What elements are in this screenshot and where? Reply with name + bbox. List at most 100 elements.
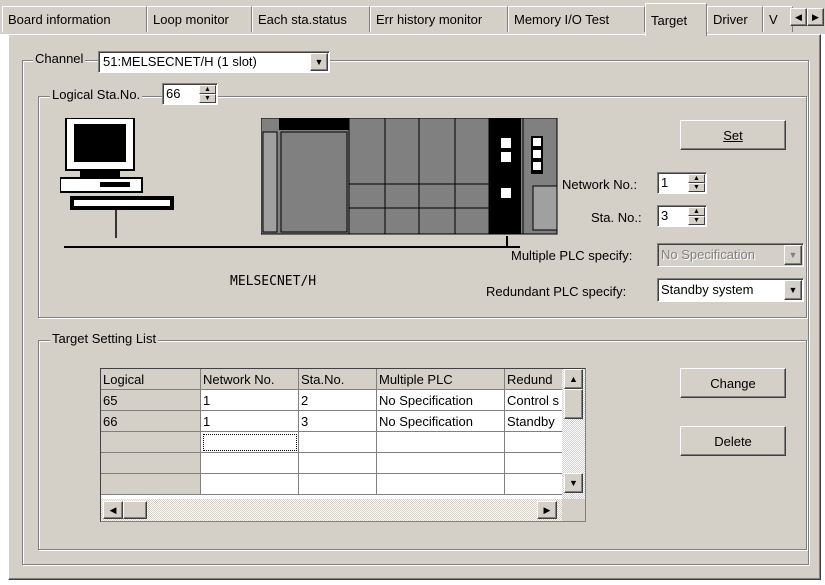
network-caption: MELSECNET/H: [230, 274, 317, 289]
tab-label: Driver: [713, 12, 748, 27]
table-row[interactable]: [101, 431, 563, 453]
target-table: Logical Network No. Sta.No. Multiple PLC…: [101, 369, 563, 495]
scroll-left-button[interactable]: ◀: [103, 501, 123, 519]
tab-driver[interactable]: Driver: [707, 6, 763, 32]
horizontal-scrollbar[interactable]: ◀ ▶: [101, 499, 562, 521]
scroll-thumb-horizontal[interactable]: [123, 501, 147, 519]
table-row[interactable]: 65 1 2 No Specification Control s: [101, 389, 563, 411]
network-no-value: 1: [661, 175, 669, 190]
scroll-right-button[interactable]: ▶: [537, 501, 557, 519]
table-cell[interactable]: 1: [200, 410, 299, 432]
plc-rack-image: [261, 118, 558, 235]
table-cell[interactable]: [376, 473, 505, 495]
tab-v-partial[interactable]: V: [763, 6, 793, 32]
tab-scroll-right-button[interactable]: ▶: [807, 8, 824, 26]
set-button-label: Set: [723, 127, 743, 143]
tab-label: Loop monitor: [153, 12, 229, 27]
vertical-scrollbar[interactable]: ▲ ▼: [562, 369, 585, 499]
channel-value: 51:MELSECNET/H (1 slot): [103, 54, 257, 69]
table-cell[interactable]: No Specification: [376, 410, 505, 432]
tab-scroll-left-button[interactable]: ◀: [790, 8, 807, 26]
delete-button-label: Delete: [714, 433, 752, 449]
sta-no-input[interactable]: 3 ▲ ▼: [657, 205, 707, 227]
tab-each-sta-status[interactable]: Each sta.status: [252, 6, 370, 32]
sta-no-label: Sta. No.:: [591, 210, 642, 225]
scroll-corner: [562, 499, 585, 521]
table-cell[interactable]: [504, 431, 563, 453]
tab-label: Board information: [8, 12, 111, 27]
table-row[interactable]: 66 1 3 No Specification Standby: [101, 410, 563, 432]
table-cell[interactable]: [298, 473, 377, 495]
table-cell[interactable]: [376, 452, 505, 474]
redundant-plc-dropdown-button[interactable]: ▼: [784, 280, 802, 300]
table-cell[interactable]: [200, 452, 299, 474]
set-button[interactable]: Set: [680, 120, 786, 150]
tab-label: Err history monitor: [376, 12, 483, 27]
channel-label: Channel: [33, 51, 86, 66]
table-cell[interactable]: [376, 431, 505, 453]
header-multiple-plc[interactable]: Multiple PLC: [376, 369, 505, 390]
change-button[interactable]: Change: [680, 368, 786, 398]
scroll-up-button[interactable]: ▲: [564, 369, 583, 389]
table-cell[interactable]: [200, 473, 299, 495]
table-cell[interactable]: Control s: [504, 389, 563, 411]
table-cell[interactable]: 3: [298, 410, 377, 432]
target-list-grid[interactable]: Logical Network No. Sta.No. Multiple PLC…: [100, 368, 586, 522]
header-logical[interactable]: Logical: [101, 369, 201, 390]
sta-no-spinner[interactable]: ▲ ▼: [688, 207, 705, 225]
tab-label: Memory I/O Test: [514, 12, 610, 27]
delete-button[interactable]: Delete: [680, 426, 786, 456]
table-cell[interactable]: [298, 452, 377, 474]
scroll-down-button[interactable]: ▼: [564, 473, 583, 493]
logical-sta-spinner[interactable]: ▲ ▼: [199, 85, 216, 103]
target-list-label: Target Setting List: [50, 331, 159, 346]
network-no-label: Network No.:: [562, 177, 638, 192]
tab-err-history-monitor[interactable]: Err history monitor: [370, 6, 508, 32]
tab-label: Target: [651, 12, 688, 28]
multiple-plc-value: No Specification: [661, 247, 755, 262]
tab-board-information[interactable]: Board information: [2, 6, 147, 32]
row-header-cell[interactable]: [101, 431, 201, 453]
row-header-cell[interactable]: 66: [101, 410, 201, 432]
header-redundant[interactable]: Redund: [504, 369, 563, 390]
logical-sta-value: 66: [166, 86, 181, 101]
table-header-row: Logical Network No. Sta.No. Multiple PLC…: [101, 369, 563, 390]
plc-drop-line: [506, 236, 508, 246]
scroll-thumb-vertical[interactable]: [564, 389, 583, 419]
computer-icon: [60, 118, 174, 238]
network-no-input[interactable]: 1 ▲ ▼: [657, 172, 707, 194]
table-row[interactable]: [101, 473, 563, 495]
tab-loop-monitor[interactable]: Loop monitor: [147, 6, 252, 32]
table-cell[interactable]: No Specification: [376, 389, 505, 411]
table-cell[interactable]: [298, 431, 377, 453]
channel-select[interactable]: 51:MELSECNET/H (1 slot) ▼: [98, 51, 330, 73]
table-row[interactable]: [101, 452, 563, 474]
redundant-plc-value: Standby system: [661, 282, 754, 297]
row-header-cell[interactable]: 65: [101, 389, 201, 411]
table-cell[interactable]: Standby: [504, 410, 563, 432]
multiple-plc-select[interactable]: No Specification ▼: [657, 243, 804, 267]
table-cell[interactable]: 1: [200, 389, 299, 411]
multiple-plc-dropdown-button[interactable]: ▼: [784, 245, 802, 265]
tab-label: Each sta.status: [258, 12, 347, 27]
network-line: [64, 246, 520, 248]
table-cell[interactable]: [504, 452, 563, 474]
table-cell[interactable]: 2: [298, 389, 377, 411]
sta-no-value: 3: [661, 208, 669, 223]
row-header-cell[interactable]: [101, 473, 201, 495]
row-header-cell[interactable]: [101, 452, 201, 474]
logical-sta-label: Logical Sta.No.: [50, 87, 143, 102]
redundant-plc-label: Redundant PLC specify:: [486, 284, 627, 299]
tab-memory-io-test[interactable]: Memory I/O Test: [508, 6, 645, 32]
table-cell-focused[interactable]: [200, 431, 299, 453]
tab-target[interactable]: Target: [645, 3, 707, 36]
channel-dropdown-button[interactable]: ▼: [310, 53, 328, 71]
logical-sta-input[interactable]: 66 ▲ ▼: [162, 83, 218, 105]
multiple-plc-label: Multiple PLC specify:: [511, 248, 633, 263]
redundant-plc-select[interactable]: Standby system ▼: [657, 278, 804, 302]
network-no-spinner[interactable]: ▲ ▼: [688, 174, 705, 192]
header-network-no[interactable]: Network No.: [200, 369, 299, 390]
header-sta-no[interactable]: Sta.No.: [298, 369, 377, 390]
table-cell[interactable]: [504, 473, 563, 495]
tab-label: V: [769, 12, 778, 27]
